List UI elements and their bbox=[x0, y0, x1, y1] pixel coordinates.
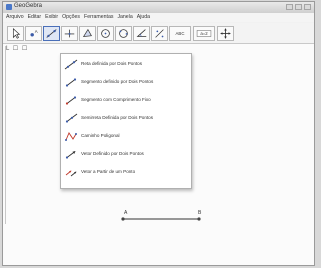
dropdown-item-label: Segmento definido por Dois Pontos bbox=[81, 79, 154, 84]
dropdown-item-label: Segmento com Comprimento Fixo bbox=[81, 97, 151, 102]
point-a bbox=[121, 217, 125, 221]
line-tools-dropdown: Reta definida por Dois Pontos Segmento d… bbox=[60, 53, 192, 189]
dropdown-item-reta[interactable]: Reta definida por Dois Pontos bbox=[61, 56, 191, 74]
point-a-label: A bbox=[124, 210, 128, 216]
ray-icon bbox=[65, 113, 78, 123]
dropdown-item-label: Semirreta Definida por Dois Pontos bbox=[81, 115, 154, 120]
dropdown-item-segmento[interactable]: Segmento definido por Dois Pontos bbox=[61, 74, 191, 92]
dropdown-item-segmento-fixo[interactable]: Segmento com Comprimento Fixo bbox=[61, 92, 191, 110]
point-b bbox=[197, 217, 201, 221]
vector-from-point-icon bbox=[65, 170, 77, 177]
dropdown-item-vetor-ponto[interactable]: Vetor a Partir de um Ponto bbox=[61, 164, 191, 182]
vector-icon bbox=[65, 151, 76, 159]
point-b-label: B bbox=[198, 210, 202, 216]
dropdown-item-semirreta[interactable]: Semirreta Definida por Dois Pontos bbox=[61, 110, 191, 128]
segment-two-points-icon bbox=[65, 78, 77, 87]
dropdown-item-label: Caminho Poligonal bbox=[81, 133, 120, 138]
polyline-icon bbox=[65, 132, 77, 141]
dropdown-item-caminho-poligonal[interactable]: Caminho Poligonal bbox=[61, 128, 191, 146]
line-two-points-icon bbox=[64, 59, 78, 70]
dropdown-item-label: Vetor a Partir de um Ponto bbox=[81, 169, 136, 174]
dropdown-item-label: Reta definida por Dois Pontos bbox=[81, 61, 143, 66]
dropdown-item-vetor[interactable]: Vetor Definido por Dois Pontos bbox=[61, 146, 191, 164]
geogebra-window: GeoGebra Arquivo Editar Exibir Opções Fe… bbox=[2, 1, 315, 266]
segment-fixed-length-icon bbox=[65, 96, 77, 105]
dropdown-item-label: Vetor Definido por Dois Pontos bbox=[81, 151, 144, 156]
